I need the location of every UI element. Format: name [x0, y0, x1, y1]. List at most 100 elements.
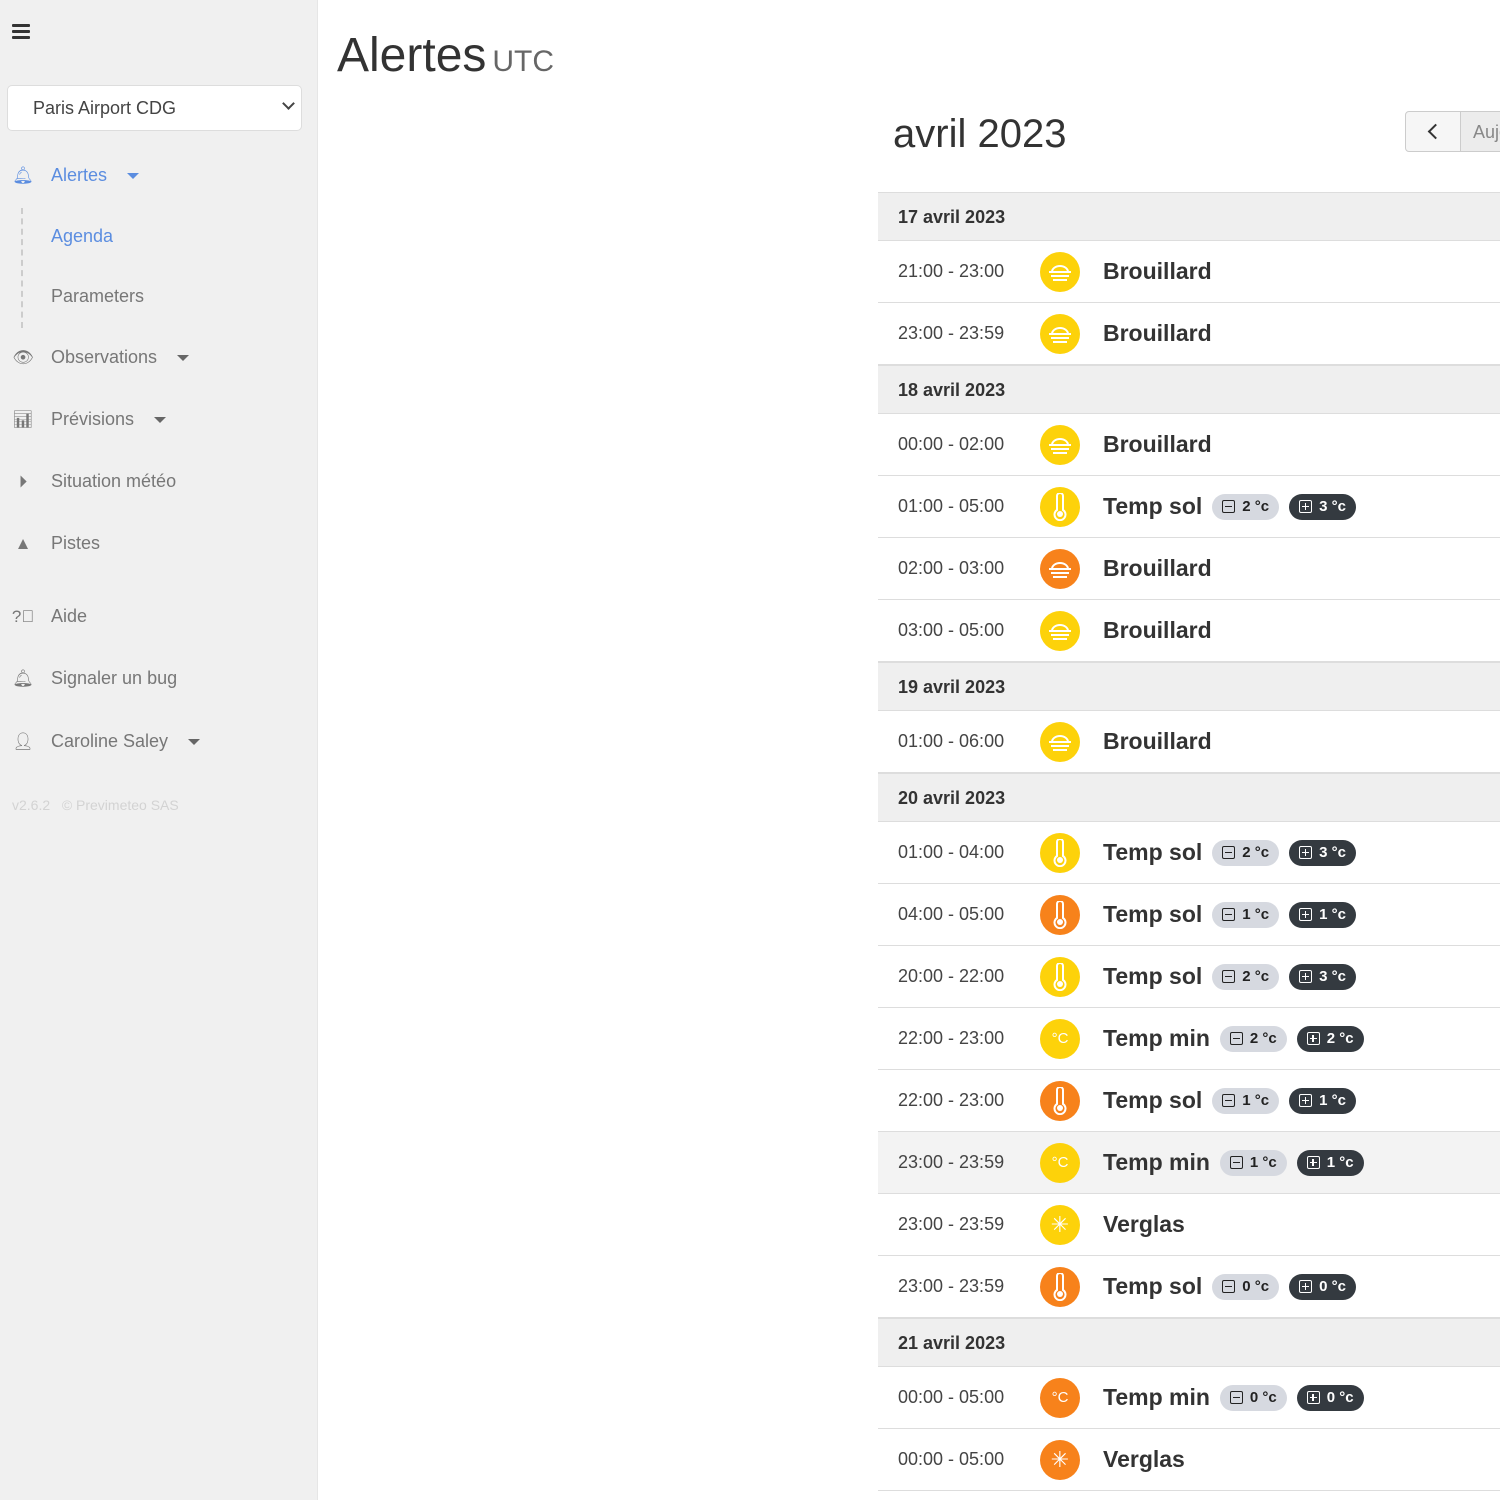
day-header: 19 avril 2023 [878, 662, 1500, 711]
sidebar-item-label: Situation météo [51, 471, 177, 491]
sidebar-item-label: Aide [51, 606, 88, 626]
max-badge: 3 °c [1289, 839, 1356, 866]
thermometer-icon [1040, 956, 1080, 997]
celsius-icon: °C [1040, 1018, 1080, 1059]
sidebar-item-pistes[interactable]: ▲ Pistes [12, 533, 100, 554]
user-icon: 👤︎ [12, 731, 34, 751]
alert-type: Temp sol [1103, 963, 1203, 989]
alert-row[interactable]: 01:00 - 04:00 Temp sol 2 °c 3 °c [878, 822, 1500, 884]
alert-time: 01:00 - 05:00 [898, 496, 1005, 516]
minus-square-icon [1222, 500, 1236, 513]
alert-row[interactable]: 20:00 - 22:00 Temp sol 2 °c 3 °c [878, 946, 1500, 1008]
sidebar-item-label: Observations [51, 347, 158, 367]
sidebar-item-user[interactable]: 👤︎ Caroline Saley [12, 731, 201, 752]
alert-type: Brouillard [1103, 320, 1212, 346]
min-value: 0 °c [1242, 1278, 1270, 1295]
alert-row[interactable]: 00:00 - 02:00 Brouillard [878, 414, 1500, 476]
play-circle-icon: ⏵︎ [18, 471, 28, 491]
minus-square-icon [1222, 846, 1236, 859]
alert-row[interactable]: 00:00 - 05:00 ✳ Verglas [878, 1429, 1500, 1491]
alert-row[interactable]: 21:00 - 23:00 Brouillard [878, 241, 1500, 303]
chevron-down-icon [282, 97, 295, 110]
menu-toggle-icon[interactable] [12, 24, 30, 40]
fog-icon [1040, 313, 1080, 354]
sidebar-subitem-agenda[interactable]: Agenda [51, 226, 113, 247]
alert-label: Temp sol 2 °c 3 °c [1103, 839, 1356, 866]
alert-row[interactable]: 00:00 - 05:00 °C Temp min 0 °c 0 °c [878, 1367, 1500, 1429]
sidebar-subitem-parameters[interactable]: Parameters [51, 286, 144, 307]
alert-time: 23:00 - 23:59 [898, 323, 1005, 343]
sidebar-item-previsions[interactable]: 📊︎ Prévisions [12, 409, 167, 430]
max-value: 0 °c [1319, 1278, 1346, 1295]
alert-row[interactable]: 22:00 - 23:00 °C Temp min 2 °c 2 °c [878, 1008, 1500, 1070]
alert-time: 23:00 - 23:59 [898, 1276, 1005, 1296]
submenu-divider [21, 208, 23, 328]
alert-row[interactable]: 23:00 - 23:59 Temp sol 0 °c 0 °c [878, 1256, 1500, 1318]
caret-down-icon [188, 738, 201, 745]
alert-row[interactable]: 03:00 - 05:00 Brouillard [878, 600, 1500, 662]
sidebar-item-label: Pistes [51, 533, 101, 553]
alert-row[interactable]: 23:00 - 23:59 ✳ Verglas [878, 1194, 1500, 1256]
alert-time: 21:00 - 23:00 [898, 261, 1005, 281]
thermometer-icon [1040, 1266, 1080, 1307]
page-title-text: Alertes [337, 29, 487, 82]
alert-label: Brouillard [1103, 320, 1214, 347]
max-badge: 3 °c [1289, 963, 1356, 990]
alert-type: Verglas [1103, 1446, 1185, 1472]
sidebar-item-observations[interactable]: 👁︎ Observations [12, 347, 190, 368]
sidebar-item-aide[interactable]: ?⃝ Aide [12, 606, 87, 627]
alert-type: Temp min [1103, 1384, 1210, 1410]
alert-label: Temp sol 2 °c 3 °c [1103, 963, 1356, 990]
alert-type: Temp sol [1103, 901, 1203, 927]
alert-time: 00:00 - 05:00 [898, 1387, 1005, 1407]
alert-row[interactable]: 04:00 - 05:00 Temp sol 1 °c 1 °c [878, 884, 1500, 946]
max-value: 3 °c [1319, 968, 1346, 985]
site-select[interactable]: Paris Airport CDG [7, 85, 302, 131]
alert-time: 00:00 - 02:00 [898, 434, 1005, 454]
alert-type: Brouillard [1103, 728, 1212, 754]
alert-type: Brouillard [1103, 431, 1212, 457]
caret-down-icon [177, 354, 190, 361]
min-badge: 1 °c [1219, 1149, 1287, 1176]
alert-label: Brouillard [1103, 431, 1214, 458]
minus-square-icon [1222, 1094, 1236, 1107]
version: v2.6.2 [12, 797, 51, 813]
alert-time: 02:00 - 03:00 [898, 558, 1005, 578]
min-badge: 2 °c [1212, 839, 1280, 866]
alert-label: Brouillard [1103, 555, 1214, 582]
timezone-label: UTC [492, 45, 555, 78]
alert-row[interactable]: 23:00 - 23:59 °C Temp min 1 °c 1 °c [878, 1132, 1500, 1194]
max-value: 3 °c [1319, 498, 1346, 515]
max-badge: 1 °c [1289, 1087, 1356, 1114]
alert-type: Brouillard [1103, 555, 1212, 581]
min-badge: 1 °c [1212, 901, 1280, 928]
sidebar-item-signaler-bug[interactable]: 🔔︎ Signaler un bug [12, 668, 177, 689]
sidebar-item-alertes[interactable]: 🔔︎ Alertes [12, 165, 140, 186]
prev-button[interactable] [1405, 111, 1461, 152]
max-value: 1 °c [1326, 1154, 1354, 1171]
plus-square-icon [1299, 500, 1313, 513]
min-value: 1 °c [1242, 906, 1270, 923]
site-select-value: Paris Airport CDG [33, 98, 177, 118]
alert-row[interactable]: 01:00 - 06:00 Brouillard [878, 711, 1500, 773]
alert-row[interactable]: 23:00 - 23:59 Brouillard [878, 303, 1500, 365]
alert-time: 01:00 - 06:00 [898, 731, 1005, 751]
fog-icon [1040, 721, 1080, 762]
minus-square-icon [1222, 1280, 1236, 1293]
alert-row[interactable]: 22:00 - 23:00 Temp sol 1 °c 1 °c [878, 1070, 1500, 1132]
alert-row[interactable]: 01:00 - 05:00 Temp sol 2 °c 3 °c [878, 476, 1500, 538]
alert-time: 01:00 - 04:00 [898, 842, 1005, 862]
caret-down-icon [154, 416, 167, 423]
celsius-icon: °C [1040, 1142, 1080, 1183]
alert-time: 20:00 - 22:00 [898, 966, 1005, 986]
alert-label: Temp sol 1 °c 1 °c [1103, 901, 1356, 928]
alert-type: Temp sol [1103, 493, 1203, 519]
today-button[interactable]: Aujourd'hui [1461, 111, 1500, 152]
sidebar-item-situation-meteo[interactable]: ⏵︎ Situation météo [12, 471, 176, 492]
bell-icon: 🔔︎ [12, 165, 34, 185]
alert-type: Temp min [1103, 1025, 1210, 1051]
alert-row[interactable]: 02:00 - 03:00 Brouillard [878, 538, 1500, 600]
page-title: Alertes UTC [337, 28, 554, 83]
alert-label: Verglas [1103, 1211, 1187, 1238]
alert-label: Temp min 0 °c 0 °c [1103, 1384, 1364, 1411]
